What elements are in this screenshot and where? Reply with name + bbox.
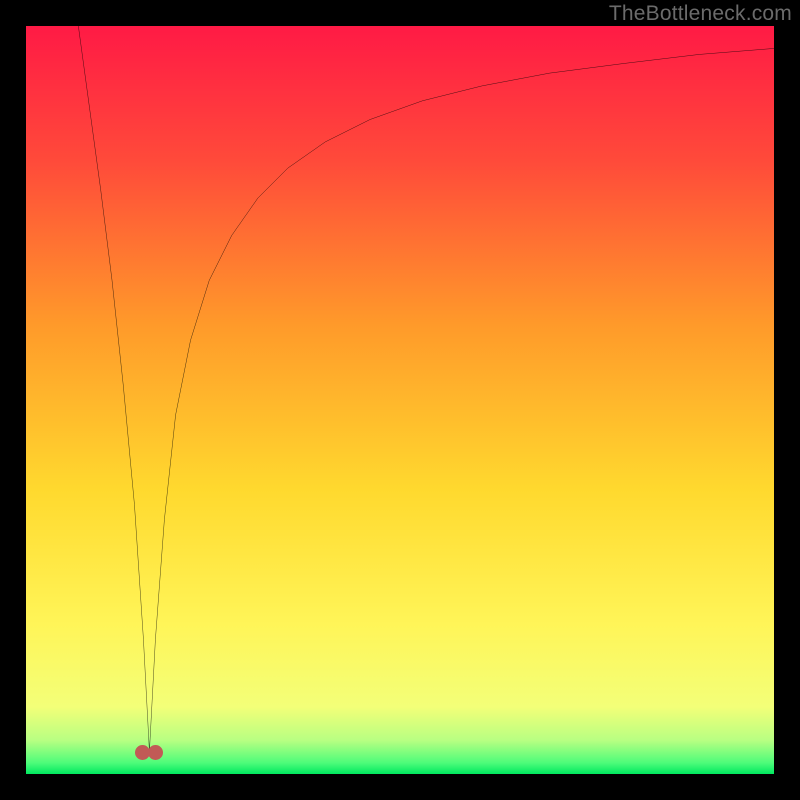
curve-right-branch bbox=[149, 48, 774, 751]
chart-frame: TheBottleneck.com bbox=[0, 0, 800, 800]
watermark-text: TheBottleneck.com bbox=[609, 2, 792, 26]
plot-area bbox=[26, 26, 774, 774]
optimum-marker bbox=[135, 745, 163, 759]
marker-lobe bbox=[148, 745, 163, 760]
bottleneck-curve bbox=[26, 26, 774, 774]
curve-left-branch bbox=[78, 26, 149, 752]
